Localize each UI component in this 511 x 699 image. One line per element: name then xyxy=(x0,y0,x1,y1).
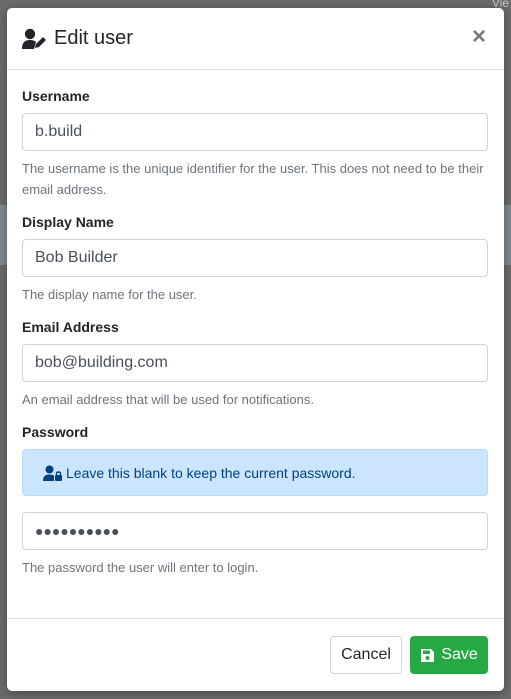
display-name-label: Display Name xyxy=(22,214,114,230)
modal-title: Edit user xyxy=(22,27,133,50)
user-lock-icon xyxy=(43,465,62,481)
password-info-text: Leave this blank to keep the current pas… xyxy=(66,464,356,481)
display-name-group: Display Name Bob Builder The display nam… xyxy=(22,214,488,305)
modal-header: Edit user × xyxy=(7,8,504,70)
email-label: Email Address xyxy=(22,319,119,335)
password-info-alert: Leave this blank to keep the current pas… xyxy=(22,449,488,496)
username-label: Username xyxy=(22,88,90,104)
modal-title-text: Edit user xyxy=(54,27,133,49)
edit-user-modal: Edit user × Username b.build The usernam… xyxy=(7,8,504,691)
save-button-label: Save xyxy=(441,646,478,663)
display-name-input[interactable]: Bob Builder xyxy=(22,239,488,277)
close-button[interactable]: × xyxy=(470,25,488,49)
save-icon xyxy=(420,648,435,663)
cancel-button[interactable]: Cancel xyxy=(330,636,402,674)
username-input[interactable]: b.build xyxy=(22,113,488,151)
display-name-help: The display name for the user. xyxy=(22,287,197,302)
modal-footer: Cancel Save xyxy=(7,618,504,691)
password-help: The password the user will enter to logi… xyxy=(22,560,259,575)
user-edit-icon xyxy=(22,28,48,50)
modal-body: Username b.build The username is the uni… xyxy=(7,70,504,578)
password-input[interactable]: ●●●●●●●●●● xyxy=(22,512,488,550)
email-help: An email address that will be used for n… xyxy=(22,392,314,407)
username-help: The username is the unique identifier fo… xyxy=(22,161,484,197)
username-group: Username b.build The username is the uni… xyxy=(22,88,488,200)
password-group: Password Leave this blank to keep the cu… xyxy=(22,424,488,578)
cancel-button-label: Cancel xyxy=(341,646,391,663)
password-label: Password xyxy=(22,424,89,440)
email-group: Email Address bob@building.com An email … xyxy=(22,319,488,410)
save-button[interactable]: Save xyxy=(410,636,488,674)
email-input[interactable]: bob@building.com xyxy=(22,344,488,382)
